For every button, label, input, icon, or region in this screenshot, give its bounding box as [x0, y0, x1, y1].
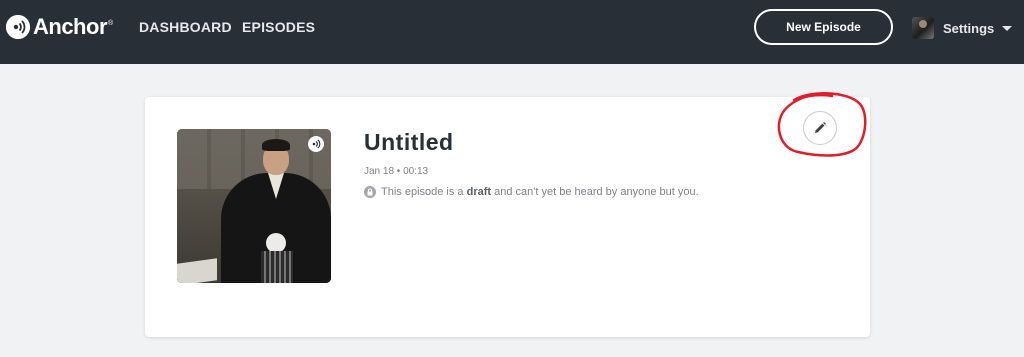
top-navigation-bar: Anchor ® DASHBOARD EPISODES New Episode …	[0, 0, 1024, 64]
avatar	[912, 17, 934, 39]
chevron-down-icon	[1002, 25, 1013, 31]
episode-cover-image[interactable]	[177, 129, 331, 283]
draft-notice-suffix: and can't yet be heard by anyone but you…	[491, 186, 699, 198]
anchor-logo-icon	[6, 15, 30, 39]
nav-episodes[interactable]: EPISODES	[242, 19, 315, 35]
lock-icon	[364, 186, 376, 198]
nav-dashboard[interactable]: DASHBOARD	[139, 19, 232, 35]
new-episode-button[interactable]: New Episode	[754, 9, 893, 45]
settings-menu[interactable]: Settings	[912, 15, 1013, 41]
settings-label: Settings	[943, 20, 995, 36]
speaker-icon	[308, 136, 324, 152]
brand-name: Anchor	[33, 14, 108, 39]
pencil-icon	[813, 121, 827, 135]
anchor-logo[interactable]: Anchor ®	[6, 12, 113, 42]
episode-card: Untitled Jan 18 • 00:13 This episode is …	[145, 97, 870, 337]
registered-mark: ®	[108, 19, 114, 27]
draft-notice: This episode is a draft and can't yet be…	[364, 186, 699, 198]
episode-title: Untitled	[364, 129, 454, 155]
edit-episode-button[interactable]	[803, 111, 837, 145]
episode-date-duration: Jan 18 • 00:13	[364, 166, 429, 177]
draft-keyword: draft	[466, 186, 492, 198]
draft-notice-prefix: This episode is a	[381, 186, 467, 198]
